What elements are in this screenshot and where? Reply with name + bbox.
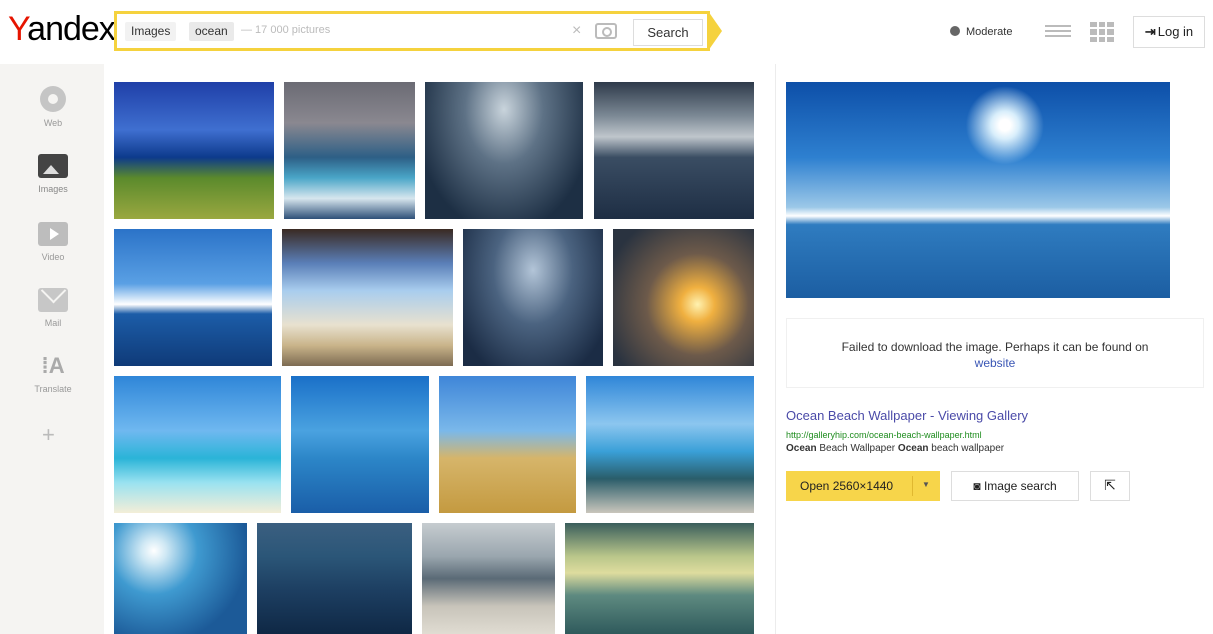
image-thumbnail[interactable] [284,82,415,219]
image-search-label: Image search [983,479,1057,493]
sidebar-item-label: Video [41,252,65,262]
sidebar-item-label: Images [38,184,68,194]
image-thumbnail[interactable] [114,229,272,366]
image-results-grid [114,82,754,634]
image-thumbnail[interactable] [425,82,583,219]
apps-grid-icon[interactable] [1090,22,1114,42]
desc-text: beach wallpaper [928,443,1005,454]
login-icon: ⇥ [1144,24,1156,39]
image-thumbnail[interactable] [439,376,576,513]
preview-image[interactable] [786,82,1170,298]
safe-search-filter[interactable]: Moderate [950,26,1012,38]
sidebar-item-images[interactable]: Images [22,154,84,194]
desc-bold: Ocean [786,443,817,454]
image-thumbnail[interactable] [114,82,274,219]
filters-icon[interactable] [1045,22,1071,42]
sidebar-item-web[interactable]: Web [22,86,84,128]
camera-icon: ◙ [973,479,984,493]
search-arrow-decoration [708,11,722,51]
sidebar-item-label: Web [43,118,63,128]
search-icon [40,86,66,112]
sidebar-item-video[interactable]: Video [22,222,84,262]
video-icon [38,222,68,246]
image-thumbnail[interactable] [257,523,412,634]
image-thumbnail[interactable] [594,82,754,219]
shield-icon [950,26,960,36]
desc-bold: Ocean [897,443,929,454]
sidebar-item-mail[interactable]: Mail [22,288,84,328]
yandex-logo[interactable]: Yandex [8,10,116,49]
share-icon: ⇱ [1104,478,1116,494]
result-description: Ocean Beach Wallpaper Ocean beach wallpa… [786,443,1004,454]
panel-divider [775,64,776,634]
image-thumbnail[interactable] [282,229,453,366]
button-divider [912,476,913,496]
logo-letter: Y [8,10,28,48]
result-url[interactable]: http://galleryhip.com/ocean-beach-wallpa… [786,430,982,440]
image-thumbnail[interactable] [114,376,281,513]
sidebar-item-translate[interactable]: ⁞A Translate [22,353,84,395]
image-thumbnail[interactable] [291,376,429,513]
translate-icon: ⁞A [41,353,65,378]
image-thumbnail[interactable] [114,523,247,634]
result-title-link[interactable]: Ocean Beach Wallpaper - Viewing Gallery [786,408,1028,423]
open-image-button[interactable]: Open 2560×1440 ▼ [786,471,940,501]
chevron-down-icon[interactable]: ▼ [922,480,930,489]
search-input[interactable]: Images ocean — 17 000 pictures × Search [114,11,710,51]
mail-icon [38,288,68,312]
safe-search-label: Moderate [966,26,1013,38]
login-label: Log in [1157,24,1194,39]
search-query-tag[interactable]: ocean [189,22,234,41]
image-icon [38,154,68,178]
website-link[interactable]: website [975,356,1016,370]
more-services-button[interactable]: + [42,422,55,448]
sidebar-item-label: Translate [34,384,72,394]
image-thumbnail[interactable] [565,523,754,634]
image-thumbnail[interactable] [586,376,754,513]
sidebar-item-label: Mail [44,318,62,328]
desc-text: Beach Wallpaper [816,443,898,454]
image-search-button[interactable]: ◙ Image search [951,471,1079,501]
search-scope-tag[interactable]: Images [125,22,177,41]
search-button[interactable]: Search [633,19,703,46]
open-label: Open 2560×1440 [800,479,894,493]
search-hint: — 17 000 pictures [241,24,331,36]
login-button[interactable]: ⇥ Log in [1133,16,1205,48]
camera-icon[interactable] [595,23,617,39]
download-failed-notice: Failed to download the image. Perhaps it… [786,318,1204,388]
clear-icon[interactable]: × [572,22,581,40]
search-bar: Images ocean — 17 000 pictures × Search [114,11,722,51]
services-sidebar: Web Images Video Mail ⁞A Translate + [0,64,104,634]
image-thumbnail[interactable] [422,523,555,634]
image-thumbnail[interactable] [463,229,603,366]
header: Yandex Images ocean — 17 000 pictures × … [0,0,1213,64]
image-thumbnail[interactable] [613,229,754,366]
share-button[interactable]: ⇱ [1090,471,1130,501]
failed-message: Failed to download the image. Perhaps it… [841,340,1149,354]
logo-text: andex [27,10,116,48]
